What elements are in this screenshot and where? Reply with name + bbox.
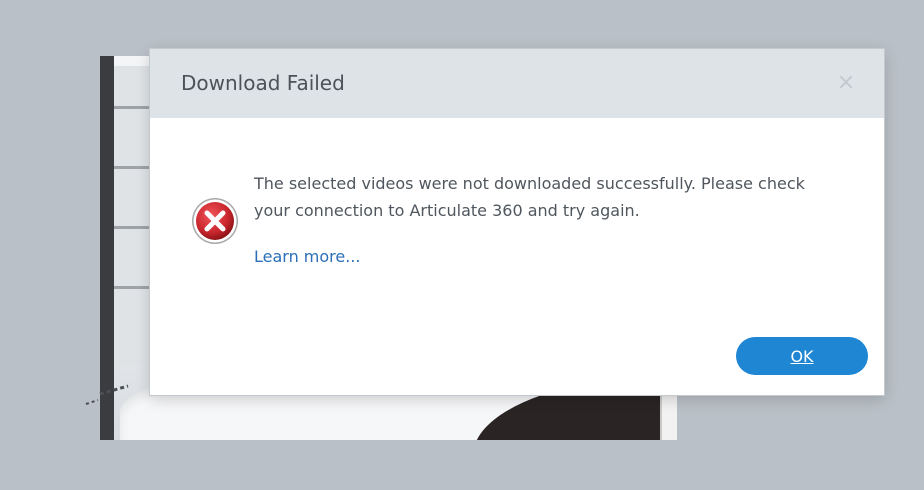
ok-button[interactable]: OK	[736, 337, 868, 375]
screen: Download Failed × The selected videos we…	[0, 0, 924, 490]
dialog-header: Download Failed ×	[150, 49, 884, 118]
error-message: The selected videos were not downloaded …	[254, 174, 805, 220]
photo-window-mullion	[114, 106, 150, 109]
learn-more-link[interactable]: Learn more...	[254, 247, 361, 266]
photo-window-mullion	[114, 166, 150, 169]
download-failed-dialog: Download Failed × The selected videos we…	[150, 49, 884, 395]
photo-window-mullion	[114, 286, 150, 289]
photo-window	[114, 66, 154, 366]
photo-window-mullion	[114, 226, 150, 229]
ok-button-label: OK	[790, 346, 814, 366]
error-x-icon	[192, 198, 238, 244]
close-icon[interactable]: ×	[834, 71, 858, 95]
photo-edge-marks	[85, 384, 129, 405]
dialog-title: Download Failed	[181, 71, 345, 95]
